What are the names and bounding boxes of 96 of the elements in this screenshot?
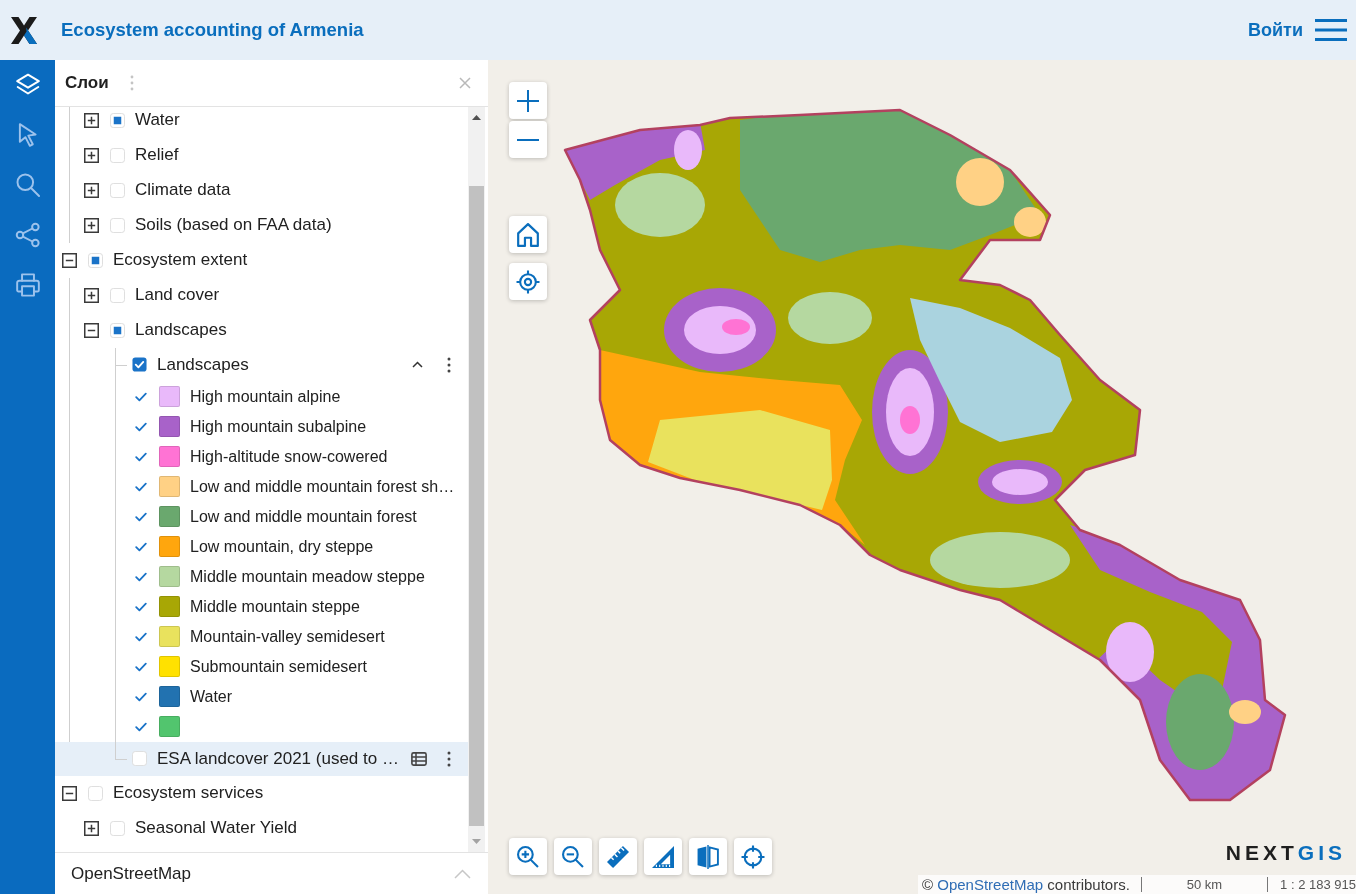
zoom-out-button[interactable] [509,121,547,158]
legend-label: Low and middle mountain forest sh… [190,476,455,497]
attribution-text: © OpenStreetMap contributors. [922,875,1130,894]
identify-button[interactable] [734,838,772,875]
checkbox[interactable] [110,147,125,163]
scrollbar[interactable] [468,107,485,852]
zoom-in-button[interactable] [509,82,547,119]
group-label[interactable]: Ecosystem services [113,780,264,806]
legend-label: Submountain semidesert [190,656,367,677]
expand-icon[interactable] [84,112,99,128]
check-icon[interactable] [135,721,147,732]
legend-label: Middle mountain steppe [190,596,360,617]
group-label[interactable]: Soils (based on FAA data) [135,212,332,238]
check-icon[interactable] [135,541,147,552]
expand-icon[interactable] [84,820,99,836]
collapse-icon[interactable] [62,785,77,801]
map-placeholder[interactable]: NEXTGIS © OpenStreetMap contributors. 50 km 1 : 2 183 915 [488,60,1356,894]
check-icon[interactable] [135,601,147,612]
checkbox[interactable] [110,112,125,128]
check-icon[interactable] [135,481,147,492]
checkbox[interactable] [110,287,125,303]
minus-icon [517,138,539,141]
layer-row[interactable]: ESA landcover 2021 (used to … [55,741,468,776]
plus-icon [517,89,539,112]
scrollbar-thumb[interactable] [469,186,484,826]
home-button[interactable] [509,216,547,253]
ruler-icon [607,845,629,868]
scroll-up-icon[interactable] [472,115,481,120]
checkbox[interactable] [88,785,103,801]
group-label[interactable]: Land cover [135,282,220,308]
group-label[interactable]: Water [135,107,180,133]
more-icon[interactable] [447,750,451,767]
login-link[interactable]: Войти [1248,16,1303,44]
check-icon[interactable] [135,691,147,702]
zoom-in-icon [517,845,539,868]
group-label[interactable]: Relief [135,142,179,168]
legend-label: Low mountain, dry steppe [190,536,374,557]
zoom-out-tool-button[interactable] [554,838,592,875]
triangle-ruler-icon [652,845,674,868]
search-icon[interactable] [14,172,41,198]
brand-logo: NEXTGIS [1225,842,1346,863]
expand-icon[interactable] [84,147,99,163]
zoom-out-icon [562,845,584,868]
openstreetmap-link[interactable]: OpenStreetMap [937,876,1044,893]
check-icon[interactable] [135,631,147,642]
scale-bar: 50 km [1140,877,1269,892]
checkbox[interactable] [110,217,125,233]
legend-label: Mountain-valley semidesert [190,626,385,647]
checkbox[interactable] [132,751,147,766]
group-label[interactable]: Landscapes [135,317,227,343]
checkbox[interactable] [110,820,125,836]
legend-label: High mountain subalpine [190,416,367,437]
checkbox[interactable] [110,322,125,338]
measure-area-button[interactable] [644,838,682,875]
check-icon[interactable] [135,511,147,522]
check-icon[interactable] [135,421,147,432]
collapse-icon[interactable] [62,252,77,268]
printer-icon[interactable] [14,272,41,298]
swipe-button[interactable] [689,838,727,875]
menu-icon[interactable] [1315,19,1347,41]
checkbox[interactable] [132,357,147,372]
home-icon [517,222,539,247]
layer-row[interactable]: Landscapes [55,347,468,382]
expand-icon[interactable] [84,287,99,303]
checkbox[interactable] [110,182,125,198]
collapse-icon[interactable] [84,322,99,338]
check-icon[interactable] [135,391,147,402]
checkbox[interactable] [88,252,103,268]
group-label[interactable]: Climate data [135,177,231,203]
legend-label: High-altitude snow-cowered [190,446,388,467]
zoom-in-tool-button[interactable] [509,838,547,875]
target-icon [741,844,765,869]
check-icon[interactable] [135,571,147,582]
panel-title: Слои [65,72,109,95]
caret-up-icon[interactable] [412,361,423,368]
check-icon[interactable] [135,451,147,462]
locate-button[interactable] [509,263,547,300]
app-title: Ecosystem accounting of Armenia [61,18,364,43]
expand-icon[interactable] [84,217,99,233]
logo-icon[interactable] [10,15,38,45]
more-icon[interactable] [447,356,451,373]
measure-distance-button[interactable] [599,838,637,875]
group-label[interactable]: Seasonal Water Yield [135,815,297,841]
legend-label: Water [190,686,233,707]
basemap-label[interactable]: OpenStreetMap [71,860,191,887]
legend-label: Middle mountain meadow steppe [190,566,425,587]
legend-label: High mountain alpine [190,386,341,407]
group-label[interactable]: Ecosystem extent [113,247,248,273]
compare-icon [697,844,719,869]
crosshair-icon [516,269,540,294]
table-icon[interactable] [411,751,427,766]
scale-ratio: 1 : 2 183 915 [1280,876,1356,894]
check-icon[interactable] [135,661,147,672]
legend-label: Low and middle mountain forest [190,506,417,527]
share-icon[interactable] [14,222,41,248]
expand-icon[interactable] [84,182,99,198]
